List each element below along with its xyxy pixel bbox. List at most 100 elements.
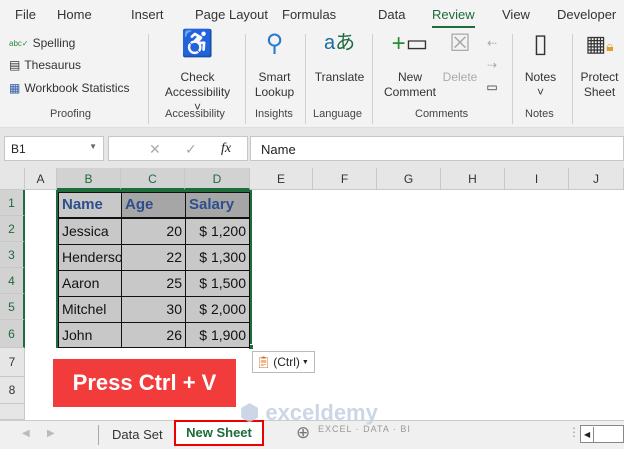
menu-formulas[interactable]: Formulas <box>282 7 336 22</box>
column-header-d[interactable]: D <box>185 168 250 190</box>
row-header-6[interactable]: 6 <box>0 320 25 348</box>
chevron-down-icon: ▼ <box>301 358 309 366</box>
show-comments-icon[interactable]: ▭ <box>484 76 500 98</box>
new-comment-button[interactable]: +▭ New Comment <box>380 30 440 100</box>
row-header-4[interactable]: 4 <box>0 268 25 294</box>
chevron-down-icon[interactable]: ▼ <box>89 142 97 151</box>
thesaurus-button[interactable]: ▤ Thesaurus <box>9 58 81 72</box>
menu-insert[interactable]: Insert <box>131 7 164 22</box>
smart-lookup-button[interactable]: ⚲ Smart Lookup <box>252 30 297 100</box>
table-cell[interactable]: 26 <box>121 322 186 348</box>
more-icon[interactable]: ⋮ <box>568 425 580 439</box>
previous-comment-icon[interactable]: ⇠ <box>484 32 500 54</box>
table-cell[interactable]: Mitchel <box>58 296 122 323</box>
paste-options-button[interactable]: 📋︎ (Ctrl) ▼ <box>252 351 315 373</box>
group-notes: Notes <box>525 108 554 120</box>
table-cell[interactable]: 30 <box>121 296 186 323</box>
callout-press-ctrl-v: Press Ctrl + V <box>53 359 236 407</box>
translate-button[interactable]: aあ Translate <box>312 32 367 85</box>
group-comments: Comments <box>415 108 469 120</box>
accessibility-icon: ♿ <box>181 28 214 58</box>
paste-options-label: (Ctrl) <box>273 355 300 369</box>
row-header-3[interactable]: 3 <box>0 242 25 268</box>
menu-bar: File Home Insert Page Layout Formulas Da… <box>0 0 624 30</box>
menu-review[interactable]: Review <box>432 7 475 28</box>
scroll-right-icon[interactable]: ▶ <box>47 428 55 439</box>
notes-button[interactable]: ▯ Notes ˅ <box>518 28 563 100</box>
table-cell[interactable]: John <box>58 322 122 348</box>
insert-function-icon[interactable]: fx <box>221 141 231 157</box>
column-header-i[interactable]: I <box>505 168 569 190</box>
select-all-button[interactable] <box>0 168 25 190</box>
column-header-b[interactable]: B <box>57 168 121 190</box>
smart-lookup-icon: ⚲ <box>265 30 284 57</box>
table-header-cell[interactable]: Salary <box>185 192 250 218</box>
cancel-icon[interactable]: ✕ <box>149 141 161 158</box>
divider <box>305 34 306 124</box>
next-comment-icon[interactable]: ⇢ <box>484 54 500 76</box>
column-header-f[interactable]: F <box>313 168 377 190</box>
table-cell[interactable]: $ 2,000 <box>185 296 250 323</box>
table-cell[interactable]: 25 <box>121 270 186 297</box>
formula-buttons: ✕ ✓ fx <box>108 136 248 161</box>
enter-icon[interactable]: ✓ <box>185 141 197 158</box>
table-cell[interactable]: Henderson <box>58 244 122 271</box>
table-cell[interactable]: Jessica <box>58 218 122 245</box>
menu-file[interactable]: File <box>15 7 36 22</box>
column-header-e[interactable]: E <box>250 168 313 190</box>
protect-label: Protect <box>580 70 619 84</box>
lookup-label: Lookup <box>254 85 295 99</box>
spelling-label: Spelling <box>32 36 76 50</box>
translate-icon: aあ <box>323 32 356 54</box>
menu-page-layout[interactable]: Page Layout <box>195 7 268 22</box>
table-header-cell[interactable]: Age <box>121 192 186 218</box>
table-cell[interactable]: $ 1,300 <box>185 244 250 271</box>
row-header-7[interactable]: 7 <box>0 348 25 377</box>
column-header-g[interactable]: G <box>377 168 441 190</box>
clipboard-icon: 📋︎ <box>256 355 272 369</box>
scroll-left-icon[interactable]: ◀ <box>22 428 30 439</box>
tab-new-sheet[interactable]: New Sheet <box>174 420 264 446</box>
scroll-left-icon[interactable]: ◀ <box>581 427 595 443</box>
thesaurus-label: Thesaurus <box>24 58 82 72</box>
table-cell[interactable]: $ 1,200 <box>185 218 250 245</box>
table-cell[interactable]: $ 1,500 <box>185 270 250 297</box>
new-comment-icon: +▭ <box>391 30 429 57</box>
check-accessibility-button[interactable]: ♿ Check Accessibility ˅ <box>160 28 235 115</box>
tab-data-set[interactable]: Data Set <box>112 427 163 442</box>
table-header-cell[interactable]: Name <box>58 192 122 218</box>
row-header-2[interactable]: 2 <box>0 216 25 242</box>
table-cell[interactable]: 22 <box>121 244 186 271</box>
horizontal-scrollbar[interactable]: ◀ <box>580 425 624 443</box>
menu-data[interactable]: Data <box>378 7 405 22</box>
spelling-button[interactable]: abc✓ Spelling <box>9 36 75 50</box>
table-cell[interactable]: $ 1,900 <box>185 322 250 348</box>
menu-home[interactable]: Home <box>57 7 92 22</box>
divider <box>572 34 573 124</box>
group-language: Language <box>313 108 362 120</box>
row-header-5[interactable]: 5 <box>0 294 25 320</box>
menu-developer[interactable]: Developer <box>557 7 616 22</box>
row-header-9 <box>0 404 25 420</box>
protect-sheet-icon: ▦🔒︎ <box>585 31 614 56</box>
formula-input[interactable]: Name <box>250 136 624 161</box>
table-cell[interactable]: Aaron <box>58 270 122 297</box>
ribbon: abc✓ Spelling ▤ Thesaurus ▦ Workbook Statis… <box>0 30 624 128</box>
workbook-statistics-button[interactable]: ▦ Workbook Statistics <box>9 81 130 95</box>
column-header-j[interactable]: J <box>569 168 624 190</box>
statistics-icon: ▦ <box>9 81 21 95</box>
add-sheet-icon[interactable]: ⊕ <box>296 423 310 443</box>
row-header-1[interactable]: 1 <box>0 190 25 216</box>
table-cell[interactable]: 20 <box>121 218 186 245</box>
column-header-h[interactable]: H <box>441 168 505 190</box>
column-header-c[interactable]: C <box>121 168 185 190</box>
delete-comment-button[interactable]: ☒ Delete <box>440 32 480 85</box>
delete-label: Delete <box>442 70 478 84</box>
column-header-a[interactable]: A <box>25 168 57 190</box>
notes-icon: ▯ <box>533 28 548 58</box>
protect-sheet-button[interactable]: ▦🔒︎ Protect Sheet <box>577 31 622 100</box>
comment-label: Comment <box>383 85 436 99</box>
name-box[interactable]: B1 ▼ <box>4 136 104 161</box>
menu-view[interactable]: View <box>502 7 530 22</box>
row-header-8[interactable]: 8 <box>0 377 25 404</box>
